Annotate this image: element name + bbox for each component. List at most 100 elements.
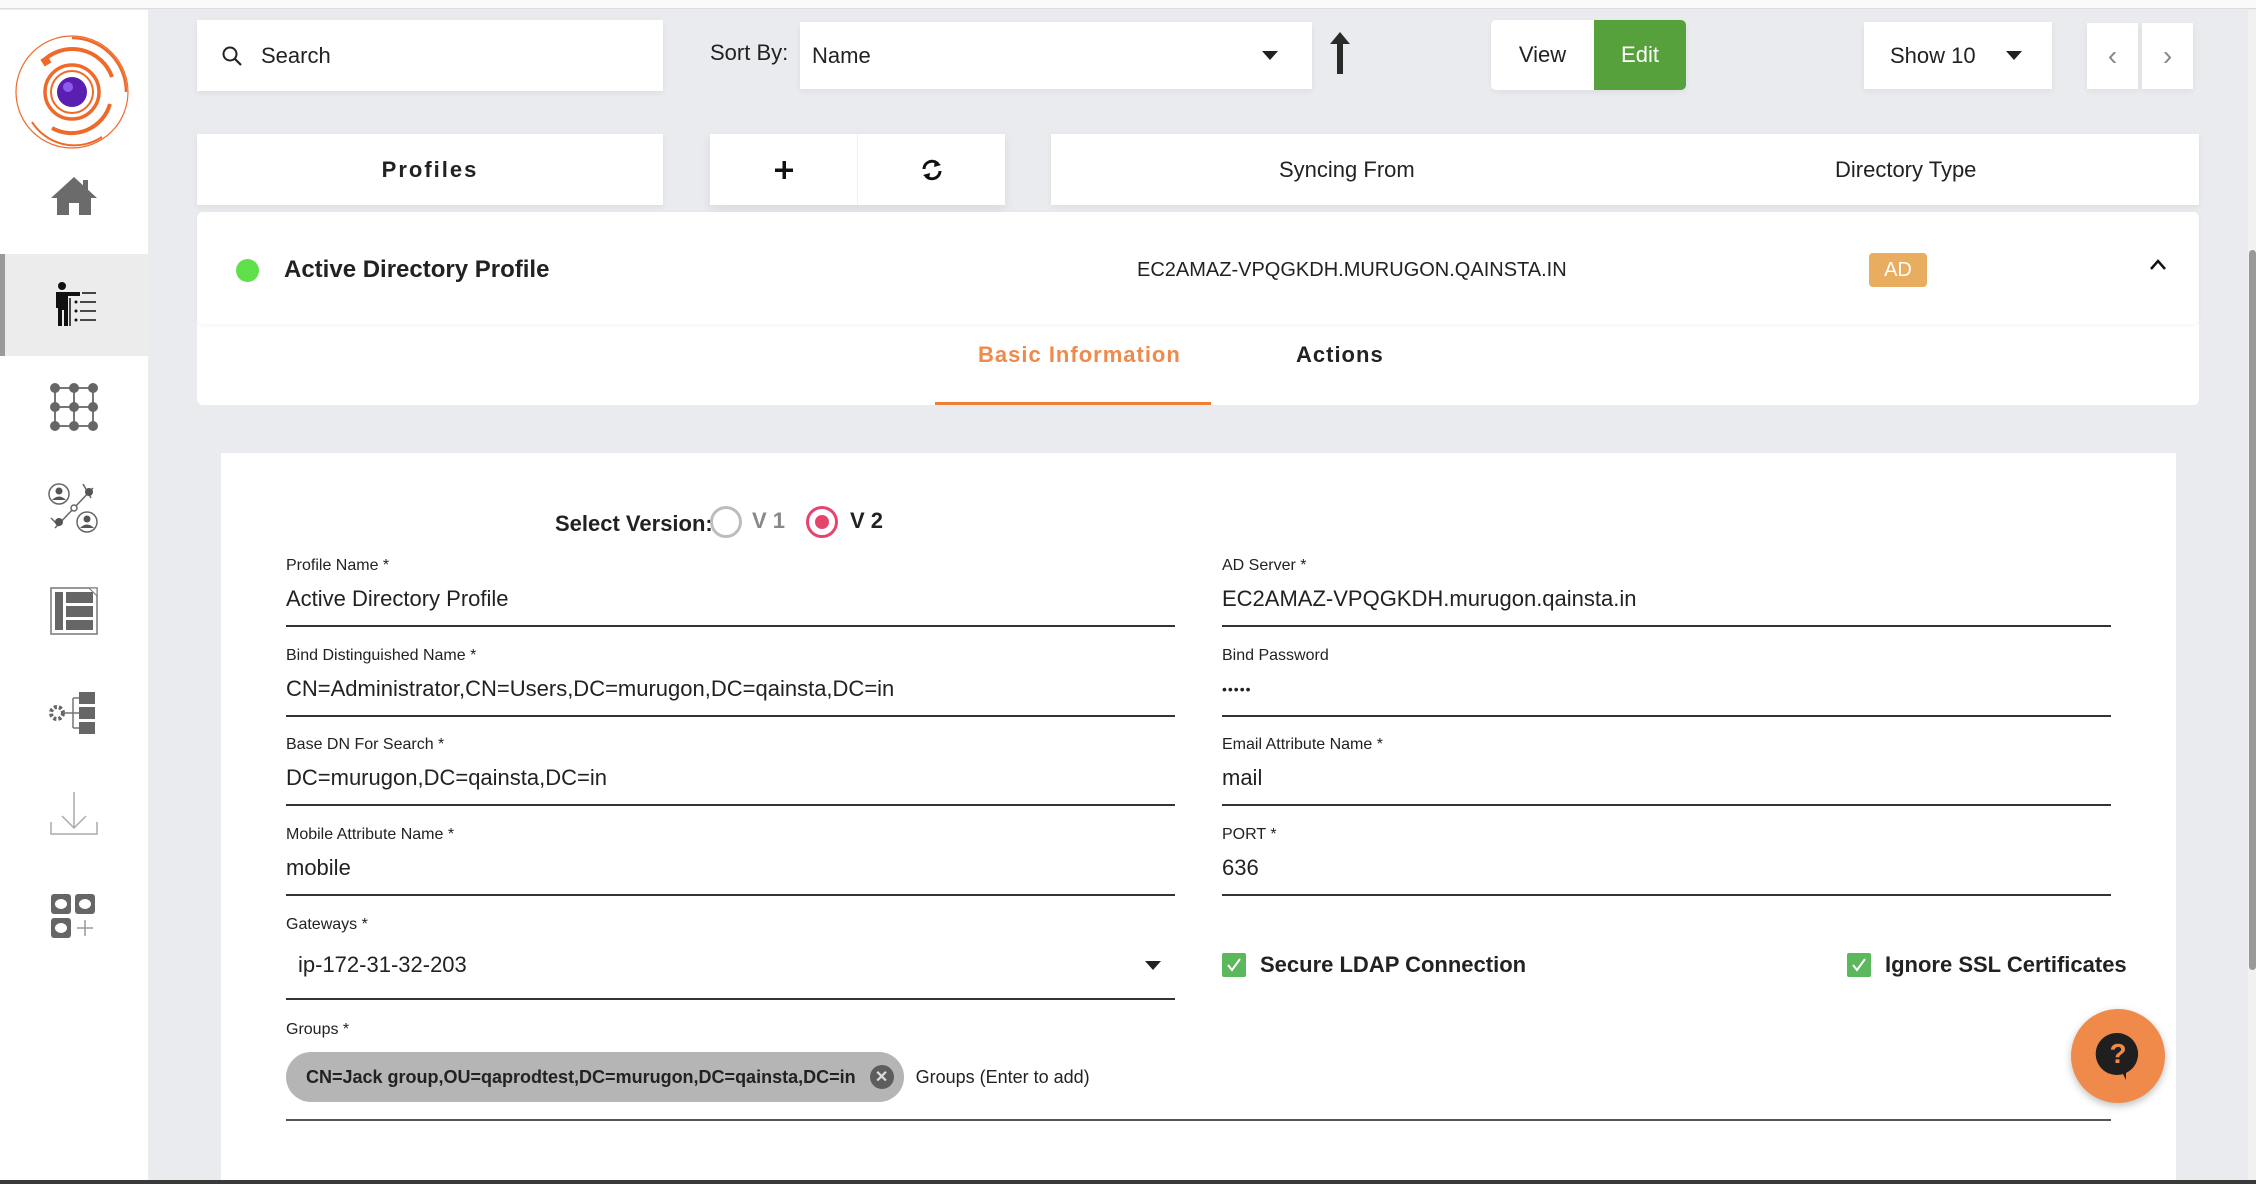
plus-icon bbox=[774, 160, 793, 179]
sort-by-select[interactable]: Name bbox=[800, 22, 1312, 89]
secure-ldap-checkbox[interactable]: Secure LDAP Connection bbox=[1222, 952, 1526, 978]
profile-actions bbox=[710, 134, 1005, 205]
sort-by-label: Sort By: bbox=[710, 40, 789, 65]
refresh-icon bbox=[922, 159, 941, 180]
gateways-field: Gateways * ip-172-31-32-203 bbox=[286, 916, 1175, 1000]
chevron-down-icon bbox=[1145, 960, 1161, 970]
view-button[interactable]: View bbox=[1491, 20, 1594, 90]
version-v2-radio[interactable] bbox=[806, 506, 838, 538]
refresh-button[interactable] bbox=[858, 134, 1005, 205]
chevron-up-icon bbox=[2150, 259, 2166, 270]
mobile-attr-input[interactable]: mobile bbox=[286, 848, 1175, 896]
bind-password-label: Bind Password bbox=[1222, 647, 1329, 664]
profile-name-input[interactable]: Active Directory Profile bbox=[286, 579, 1175, 627]
bind-password-input[interactable]: ••••• bbox=[1222, 669, 2111, 717]
active-tab-indicator bbox=[935, 402, 1211, 405]
search-input[interactable] bbox=[261, 42, 641, 69]
checkbox-checked-icon bbox=[1847, 953, 1871, 977]
groups-input-area[interactable]: CN=Jack group,OU=qaprodtest,DC=murugon,D… bbox=[286, 1043, 2111, 1121]
profile-name-label: Profile Name * bbox=[286, 557, 390, 574]
version-v1-label: V 1 bbox=[752, 508, 786, 533]
gateways-label: Gateways * bbox=[286, 916, 368, 933]
ignore-ssl-checkbox[interactable]: Ignore SSL Certificates bbox=[1847, 952, 2127, 978]
arrow-up-icon bbox=[1330, 32, 1350, 74]
profile-name-field: Profile Name * Active Directory Profile bbox=[286, 557, 1175, 627]
select-version-label: Select Version: bbox=[555, 511, 713, 536]
page-size-value: Show 10 bbox=[1890, 42, 1976, 68]
sidebar-item-layout[interactable] bbox=[0, 560, 148, 662]
gateways-select[interactable]: ip-172-31-32-203 bbox=[286, 938, 1175, 1000]
tab-basic-information[interactable]: Basic Information bbox=[978, 342, 1181, 368]
help-button[interactable]: ? bbox=[2071, 1009, 2165, 1103]
basic-info-form: Select Version: V 1 V 2 Profile Name * A… bbox=[221, 453, 2176, 1184]
chevron-right-icon: › bbox=[2162, 40, 2173, 71]
profile-name: Active Directory Profile bbox=[284, 256, 550, 283]
profile-row[interactable]: Active Directory Profile EC2AMAZ-VPQGKDH… bbox=[197, 212, 2199, 324]
tab-actions[interactable]: Actions bbox=[1296, 342, 1384, 368]
window-top-strip bbox=[0, 0, 2256, 9]
base-dn-input[interactable]: DC=murugon,DC=qainsta,DC=in bbox=[286, 758, 1175, 806]
sidebar-item-directory-profiles[interactable] bbox=[0, 254, 148, 356]
profiles-header: Profiles bbox=[197, 134, 663, 205]
sidebar-item-user-network[interactable] bbox=[0, 458, 148, 560]
sidebar-item-add-apps[interactable] bbox=[0, 866, 148, 968]
download-icon bbox=[50, 792, 98, 835]
page-scrollbar-thumb[interactable] bbox=[2249, 250, 2256, 970]
gear-folders-icon bbox=[49, 692, 95, 734]
add-apps-icon bbox=[51, 894, 95, 938]
sidebar-item-download[interactable] bbox=[0, 764, 148, 866]
sort-direction-button[interactable] bbox=[1328, 30, 1352, 76]
column-directory-type: Directory Type bbox=[1835, 156, 1977, 182]
port-input[interactable]: 636 bbox=[1222, 848, 2111, 896]
prev-page-button[interactable]: ‹ bbox=[2087, 23, 2138, 89]
view-edit-toggle: View Edit bbox=[1491, 20, 1686, 90]
profile-card: Active Directory Profile EC2AMAZ-VPQGKDH… bbox=[197, 212, 2199, 405]
chevron-down-icon bbox=[1262, 51, 1278, 60]
group-chip-label: CN=Jack group,OU=qaprodtest,DC=murugon,D… bbox=[306, 1066, 856, 1087]
directory-type-badge: AD bbox=[1869, 253, 1927, 287]
mobile-attr-field: Mobile Attribute Name * mobile bbox=[286, 826, 1175, 896]
next-page-button[interactable]: › bbox=[2142, 23, 2193, 89]
port-label: PORT * bbox=[1222, 826, 1277, 843]
ad-server-label: AD Server * bbox=[1222, 557, 1307, 574]
home-icon bbox=[51, 177, 97, 215]
list-column-headers: Syncing From Directory Type bbox=[1051, 134, 2199, 205]
version-v1-radio[interactable] bbox=[710, 506, 742, 538]
checkbox-checked-icon bbox=[1222, 953, 1246, 977]
ad-server-field: AD Server * EC2AMAZ-VPQGKDH.murugon.qain… bbox=[1222, 557, 2111, 627]
ad-server-input[interactable]: EC2AMAZ-VPQGKDH.murugon.qainsta.in bbox=[1222, 579, 2111, 627]
bind-password-field: Bind Password ••••• bbox=[1222, 647, 2111, 717]
secure-ldap-label: Secure LDAP Connection bbox=[1260, 952, 1527, 977]
remove-chip-icon[interactable]: ✕ bbox=[869, 1065, 894, 1089]
document-layout-icon bbox=[50, 587, 98, 635]
sidebar-item-home[interactable] bbox=[0, 145, 148, 247]
bind-dn-input[interactable]: CN=Administrator,CN=Users,DC=murugon,DC=… bbox=[286, 669, 1175, 717]
edit-button[interactable]: Edit bbox=[1594, 20, 1686, 90]
ignore-ssl-label: Ignore SSL Certificates bbox=[1885, 952, 2127, 977]
port-field: PORT * 636 bbox=[1222, 826, 2111, 896]
page-size-select[interactable]: Show 10 bbox=[1864, 22, 2052, 89]
groups-label: Groups * bbox=[286, 1021, 350, 1038]
search-box[interactable] bbox=[197, 20, 663, 91]
window-bottom-edge bbox=[0, 1180, 2256, 1184]
status-indicator bbox=[236, 259, 259, 282]
email-attr-input[interactable]: mail bbox=[1222, 758, 2111, 806]
collapse-button[interactable] bbox=[2147, 254, 2169, 276]
groups-input[interactable] bbox=[915, 1066, 1516, 1088]
search-icon bbox=[222, 46, 242, 66]
base-dn-label: Base DN For Search * bbox=[286, 736, 445, 753]
sidebar-item-settings-folders[interactable] bbox=[0, 662, 148, 764]
bind-dn-label: Bind Distinguished Name * bbox=[286, 647, 477, 664]
mobile-attr-label: Mobile Attribute Name * bbox=[286, 826, 455, 843]
grid-network-icon bbox=[50, 383, 98, 431]
groups-field: Groups * CN=Jack group,OU=qaprodtest,DC=… bbox=[286, 1021, 2111, 1121]
sidebar-item-grid[interactable] bbox=[0, 356, 148, 458]
gateways-value: ip-172-31-32-203 bbox=[298, 952, 467, 977]
presenter-list-icon bbox=[55, 282, 96, 326]
app-logo[interactable] bbox=[12, 32, 132, 152]
add-profile-button[interactable] bbox=[710, 134, 858, 205]
sidebar bbox=[0, 10, 148, 1180]
version-v2-label: V 2 bbox=[850, 508, 884, 533]
group-chip: CN=Jack group,OU=qaprodtest,DC=murugon,D… bbox=[286, 1052, 904, 1102]
email-attr-field: Email Attribute Name * mail bbox=[1222, 736, 2111, 806]
